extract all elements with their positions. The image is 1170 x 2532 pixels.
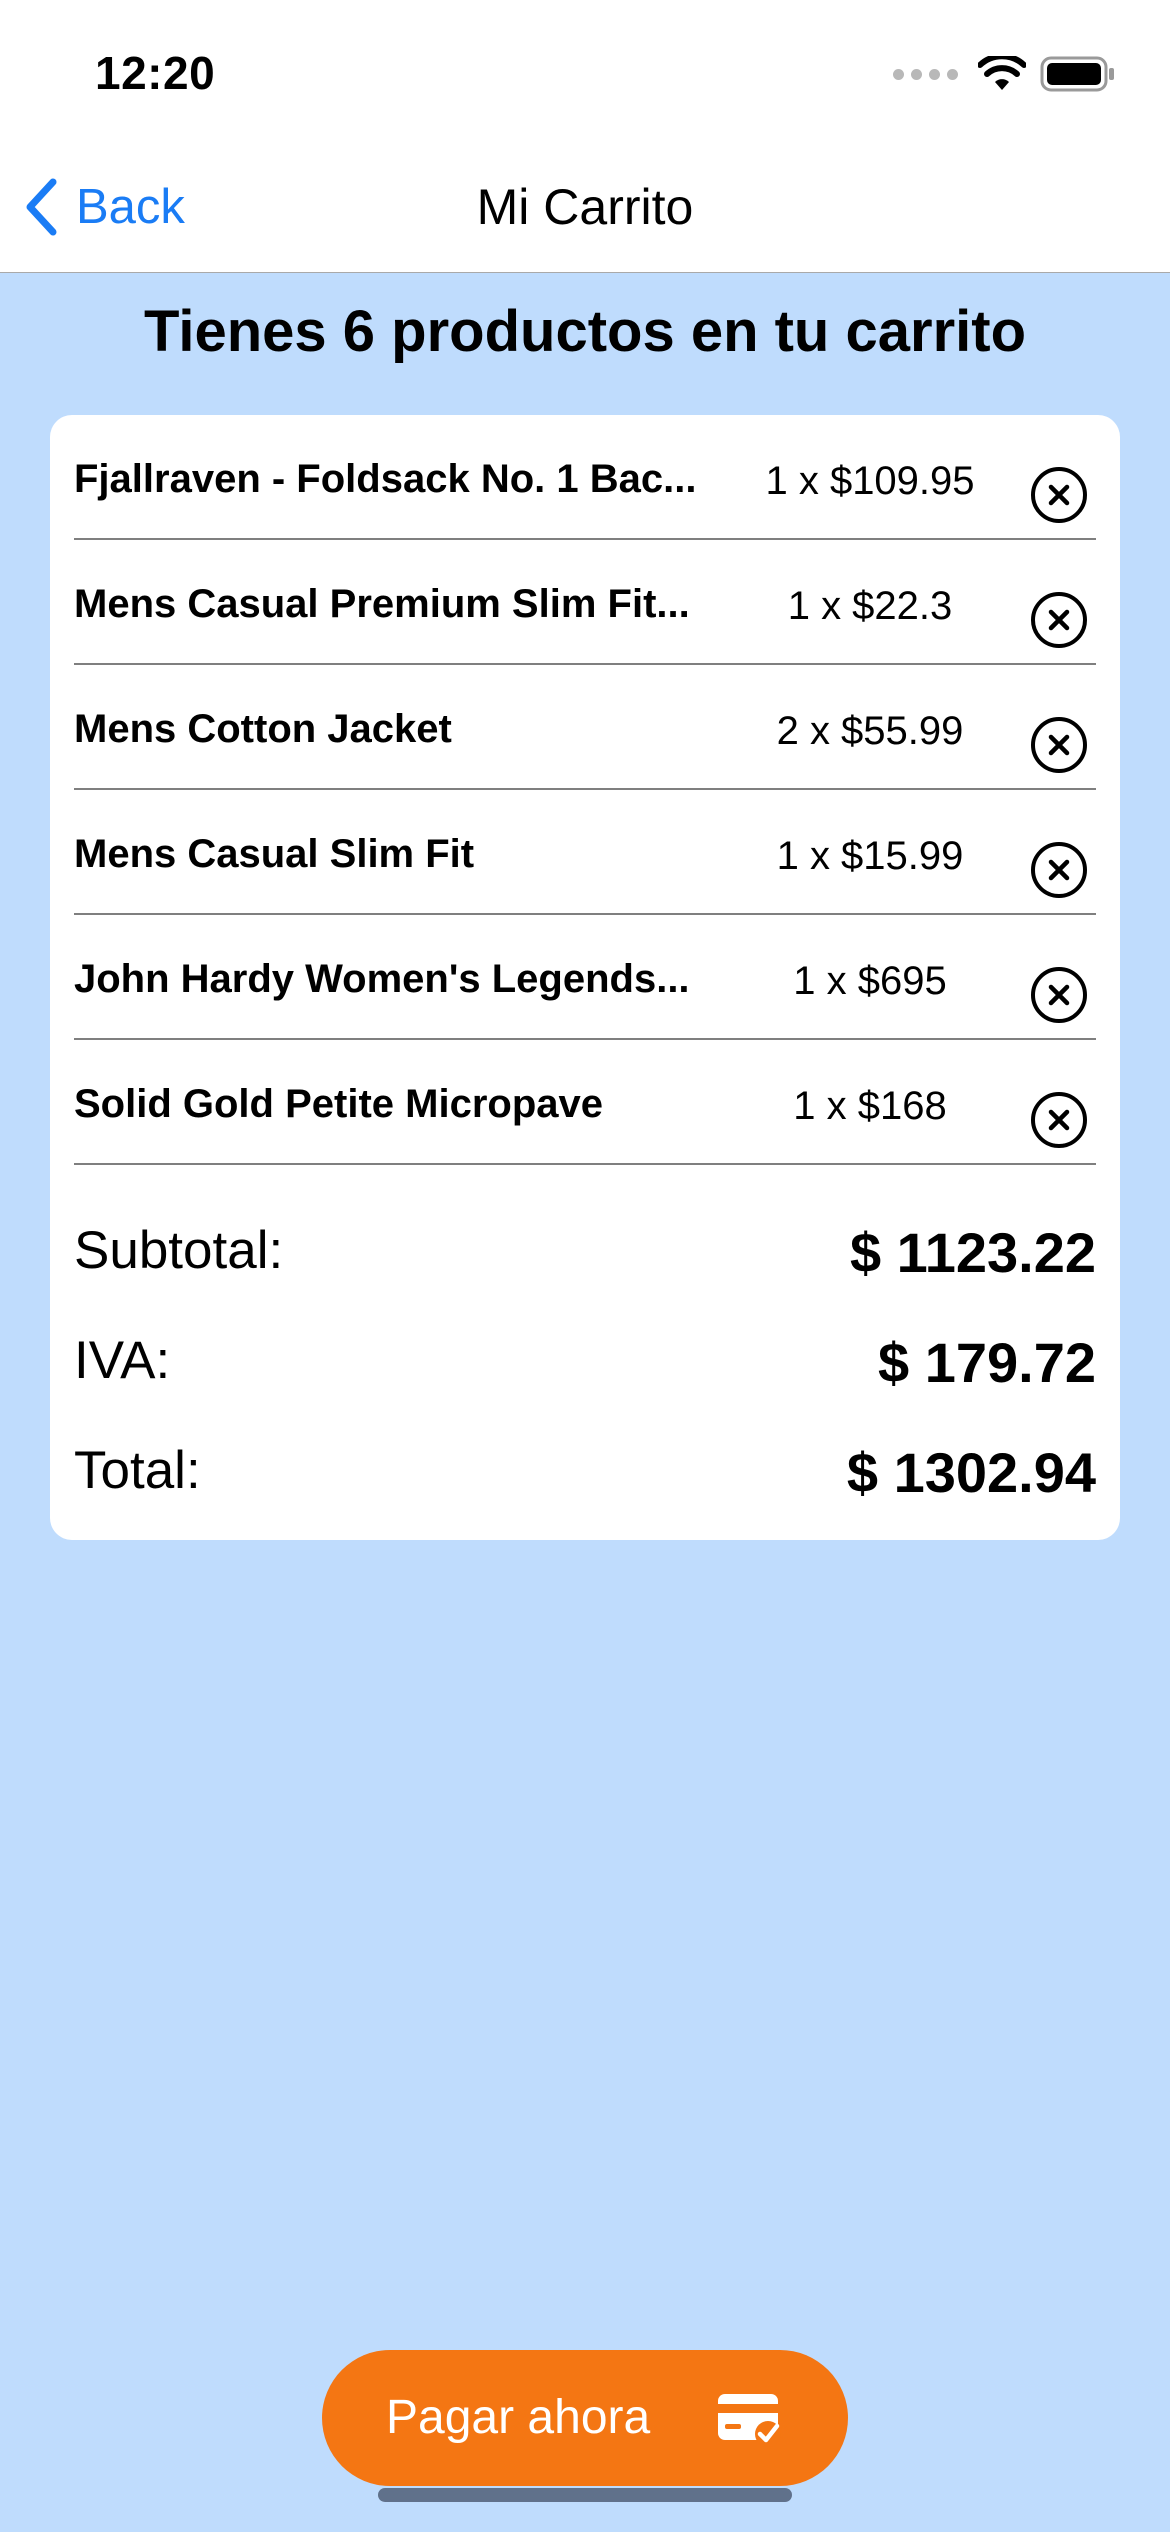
total-label: Total: — [74, 1441, 201, 1500]
total-row: Total: $ 1302.94 — [74, 1430, 1096, 1504]
iva-label: IVA: — [74, 1331, 171, 1390]
remove-item-button[interactable] — [1029, 715, 1089, 775]
item-name: Mens Casual Slim Fit — [74, 832, 475, 876]
cart-count-heading: Tienes 6 productos en tu carrito — [143, 299, 1026, 364]
battery-icon — [1040, 56, 1114, 92]
subtotal-row: Subtotal: $ 1123.22 — [74, 1210, 1096, 1284]
iva-row: IVA: $ 179.72 — [74, 1320, 1096, 1394]
item-name: John Hardy Women's Legends... — [74, 957, 690, 1001]
item-name: Mens Casual Premium Slim Fit... — [74, 582, 690, 626]
item-name: Solid Gold Petite Micropave — [74, 1082, 603, 1126]
cart-item: Mens Casual Slim Fit 1 x $15.99 — [74, 790, 1096, 915]
item-quantity-price: 1 x $109.95 — [765, 459, 975, 503]
navigation-bar: Back Mi Carrito — [0, 140, 1170, 273]
item-quantity-price: 1 x $168 — [793, 1084, 947, 1128]
cart-item: Fjallraven - Foldsack No. 1 Bac... 1 x $… — [74, 415, 1096, 540]
home-indicator — [378, 2488, 792, 2502]
remove-item-button[interactable] — [1029, 465, 1089, 525]
subtotal-value: $ 1123.22 — [849, 1221, 1096, 1284]
signal-dots-icon — [893, 68, 958, 80]
cart-item: Solid Gold Petite Micropave 1 x $168 — [74, 1040, 1096, 1165]
wifi-icon — [978, 56, 1026, 90]
remove-item-button[interactable] — [1029, 1090, 1089, 1150]
status-icons — [893, 52, 1116, 96]
remove-item-button[interactable] — [1029, 965, 1089, 1025]
remove-item-button[interactable] — [1029, 590, 1089, 650]
status-bar: 12:20 — [0, 0, 1170, 140]
item-quantity-price: 1 x $15.99 — [776, 834, 964, 878]
subtotal-label: Subtotal: — [74, 1221, 284, 1280]
item-name: Mens Cotton Jacket — [74, 707, 452, 751]
status-time: 12:20 — [95, 47, 216, 99]
remove-item-button[interactable] — [1029, 840, 1089, 900]
page-title: Mi Carrito — [476, 179, 694, 235]
cart-item-list: Fjallraven - Foldsack No. 1 Bac... 1 x $… — [74, 415, 1096, 1165]
item-quantity-price: 1 x $22.3 — [787, 584, 953, 628]
cart-item: Mens Casual Premium Slim Fit... 1 x $22.… — [74, 540, 1096, 665]
cart-card: Fjallraven - Foldsack No. 1 Bac... 1 x $… — [50, 415, 1120, 1540]
item-quantity-price: 1 x $695 — [793, 959, 947, 1003]
iva-value: $ 179.72 — [878, 1331, 1096, 1394]
pay-now-button[interactable]: Pagar ahora — [322, 2350, 848, 2486]
item-quantity-price: 2 x $55.99 — [776, 709, 964, 753]
total-value: $ 1302.94 — [846, 1441, 1096, 1504]
credit-card-check-icon — [718, 2394, 781, 2447]
pay-now-label: Pagar ahora — [386, 2391, 651, 2444]
cart-item: John Hardy Women's Legends... 1 x $695 — [74, 915, 1096, 1040]
item-name: Fjallraven - Foldsack No. 1 Bac... — [74, 457, 697, 501]
cart-item: Mens Cotton Jacket 2 x $55.99 — [74, 665, 1096, 790]
